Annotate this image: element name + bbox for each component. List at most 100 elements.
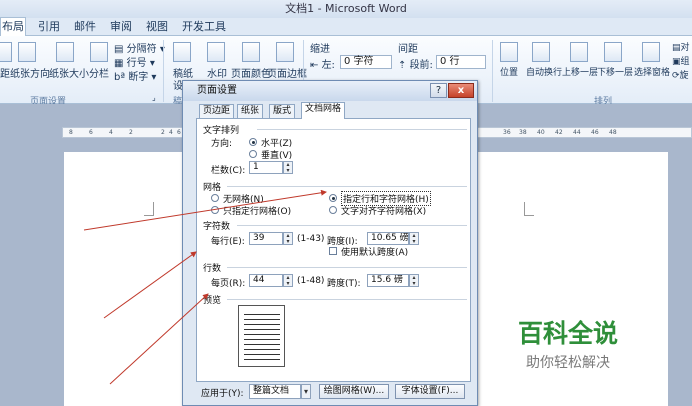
page-setup-dialog: 页面设置 ? x 页边距 纸张 版式 文档网格 文字排列 方向: 水平(Z) 垂… [182, 80, 478, 406]
rotate-label: 旋 [679, 71, 689, 81]
lines-per-page-spinner[interactable]: ▴ ▾ [283, 274, 293, 287]
vertical-label: 垂直(V) [261, 151, 293, 161]
size-button[interactable]: 纸张大小 [49, 65, 89, 80]
indent-label: 缩进 [310, 44, 330, 55]
wrap-text-icon[interactable] [532, 42, 550, 62]
selection-pane-button[interactable]: 选择窗格 [634, 65, 670, 78]
margin-corner-mark [144, 202, 154, 216]
align-button[interactable]: ▤对 [672, 40, 690, 53]
line-pitch-spinner[interactable]: ▴ ▾ [409, 274, 419, 287]
columns-button[interactable]: 分栏 [89, 65, 109, 80]
tab-margins[interactable]: 页边距 [199, 104, 235, 118]
watermark-button[interactable]: 水印 [207, 65, 227, 80]
tab-review[interactable]: 审阅 [110, 18, 132, 36]
dialog-launcher-icon[interactable]: ⌟ [152, 93, 156, 102]
wrap-text-button[interactable]: 自动换行 [526, 65, 562, 78]
help-button[interactable]: ? [430, 83, 447, 98]
tab-references[interactable]: 引用 [38, 18, 60, 36]
selection-pane-icon[interactable] [642, 42, 660, 62]
horizontal-radio[interactable] [249, 138, 257, 146]
breaks-button[interactable]: ▤ 分隔符 ▾ [114, 40, 165, 55]
manuscript-icon[interactable] [173, 42, 191, 62]
grid-heading: 网格 [203, 183, 222, 193]
send-backward-button[interactable]: 下移一层 [597, 65, 633, 78]
ruler-tick: 42 [555, 129, 563, 136]
watermark-subtitle: 助你轻松解决 [526, 355, 610, 371]
tab-document-grid[interactable]: 文档网格 [301, 102, 346, 119]
ribbon-tabs: 引用 邮件 审阅 视图 开发工具 [0, 18, 692, 36]
char-pitch-field[interactable]: 10.65 磅 [367, 232, 409, 245]
spacing-before-field[interactable]: 0 行 [436, 55, 486, 69]
hyphenation-button[interactable]: bª 断字 ▾ [114, 68, 156, 83]
ruler-tick: 38 [519, 129, 527, 136]
chars-per-line-spinner[interactable]: ▴ ▾ [283, 232, 293, 245]
columns-label: 栏数(C): [211, 166, 246, 176]
vertical-radio[interactable] [249, 150, 257, 158]
watermark-title: 百科全说 [518, 319, 619, 348]
orientation-icon[interactable] [18, 42, 36, 62]
characters-heading: 字符数 [203, 222, 231, 232]
ruler-tick: 4 [169, 129, 173, 136]
draw-grid-button[interactable]: 绘图网格(W)... [319, 384, 389, 399]
lines-and-chars-radio[interactable] [329, 194, 337, 202]
tab-developer[interactable]: 开发工具 [182, 18, 226, 36]
page-borders-button[interactable]: 页面边框 [267, 65, 307, 80]
lines-only-radio[interactable] [211, 206, 219, 214]
apply-to-select[interactable]: 整篇文档 [249, 384, 301, 399]
divider [227, 267, 467, 268]
ruler-tick: 44 [573, 129, 581, 136]
divider [227, 186, 467, 187]
page-preview [238, 305, 285, 367]
font-settings-button[interactable]: 字体设置(F)... [395, 384, 465, 399]
chars-per-line-range: (1-43) [297, 234, 325, 244]
indent-left-field[interactable]: 0 字符 [340, 55, 392, 69]
columns-field[interactable]: 1 [249, 161, 283, 174]
tab-layout[interactable]: 布局 [0, 17, 26, 37]
lines-per-page-label: 每页(R): [211, 279, 246, 289]
tab-view[interactable]: 视图 [146, 18, 168, 36]
margins-button[interactable]: 距 [0, 65, 10, 80]
line-pitch-field[interactable]: 15.6 磅 [367, 274, 409, 287]
close-button[interactable]: x [448, 83, 474, 98]
group-objects-button[interactable]: ▣组 [672, 54, 690, 67]
lines-per-page-range: (1-48) [297, 276, 325, 286]
text-direction-heading: 文字排列 [203, 126, 240, 136]
chars-per-line-field[interactable]: 39 [249, 232, 283, 245]
columns-icon[interactable] [90, 42, 108, 62]
divider [257, 129, 467, 130]
orientation-button[interactable]: 纸张方向 [10, 65, 50, 80]
tab-paper[interactable]: 纸张 [237, 104, 264, 118]
ruler-tick: 40 [537, 129, 545, 136]
bring-forward-button[interactable]: 上移一层 [562, 65, 598, 78]
paper-size-icon[interactable] [56, 42, 74, 62]
tab-mailings[interactable]: 邮件 [74, 18, 96, 36]
ruler-tick: 8 [69, 129, 73, 136]
page-borders-icon[interactable] [276, 42, 294, 62]
lines-per-page-field[interactable]: 44 [249, 274, 283, 287]
position-button[interactable]: 位置 [500, 65, 518, 78]
margins-icon[interactable] [0, 42, 12, 62]
ruler-tick: 2 [129, 129, 133, 136]
bring-forward-icon[interactable] [570, 42, 588, 62]
default-pitch-checkbox[interactable] [329, 247, 337, 255]
page-color-icon[interactable] [242, 42, 260, 62]
ruler-tick: 6 [177, 129, 181, 136]
send-backward-icon[interactable] [604, 42, 622, 62]
ruler-tick: 6 [89, 129, 93, 136]
line-numbers-button[interactable]: ▦ 行号 ▾ [114, 54, 155, 69]
apply-to-dropdown-icon[interactable]: ▾ [301, 384, 311, 399]
rotate-button[interactable]: ⟳旋 [672, 68, 689, 81]
text-snap-radio[interactable] [329, 206, 337, 214]
tab-layout[interactable]: 版式 [269, 104, 296, 118]
spacing-before-label: ⇡ 段前: [398, 60, 433, 71]
ruler-tick: 4 [109, 129, 113, 136]
chars-per-line-label: 每行(E): [211, 237, 245, 247]
divider [227, 299, 467, 300]
position-icon[interactable] [500, 42, 518, 62]
page-color-button[interactable]: 页面颜色 [231, 65, 271, 80]
char-pitch-spinner[interactable]: ▴ ▾ [409, 232, 419, 245]
columns-spinner[interactable]: ▴ ▾ [283, 161, 293, 174]
group-objects-label: 组 [680, 57, 690, 67]
watermark-icon[interactable] [207, 42, 225, 62]
no-grid-radio[interactable] [211, 194, 219, 202]
